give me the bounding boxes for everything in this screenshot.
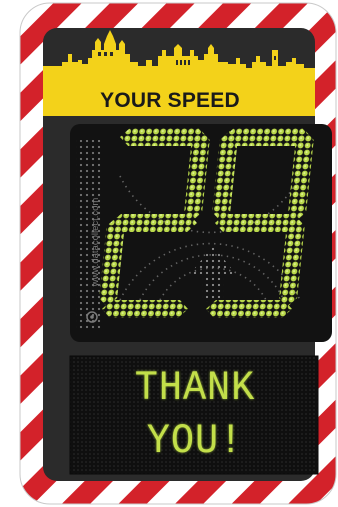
your-speed-heading: YOUR SPEED bbox=[100, 89, 240, 112]
message-line-2: YOU! bbox=[146, 417, 244, 465]
message-line-1: THANK bbox=[134, 364, 256, 412]
website-label: www.datacollect.com bbox=[90, 197, 101, 287]
speed-sign-image: YOUR SPEED www.datacollect.com THANK YOU… bbox=[0, 0, 338, 507]
speed-display bbox=[70, 124, 332, 342]
